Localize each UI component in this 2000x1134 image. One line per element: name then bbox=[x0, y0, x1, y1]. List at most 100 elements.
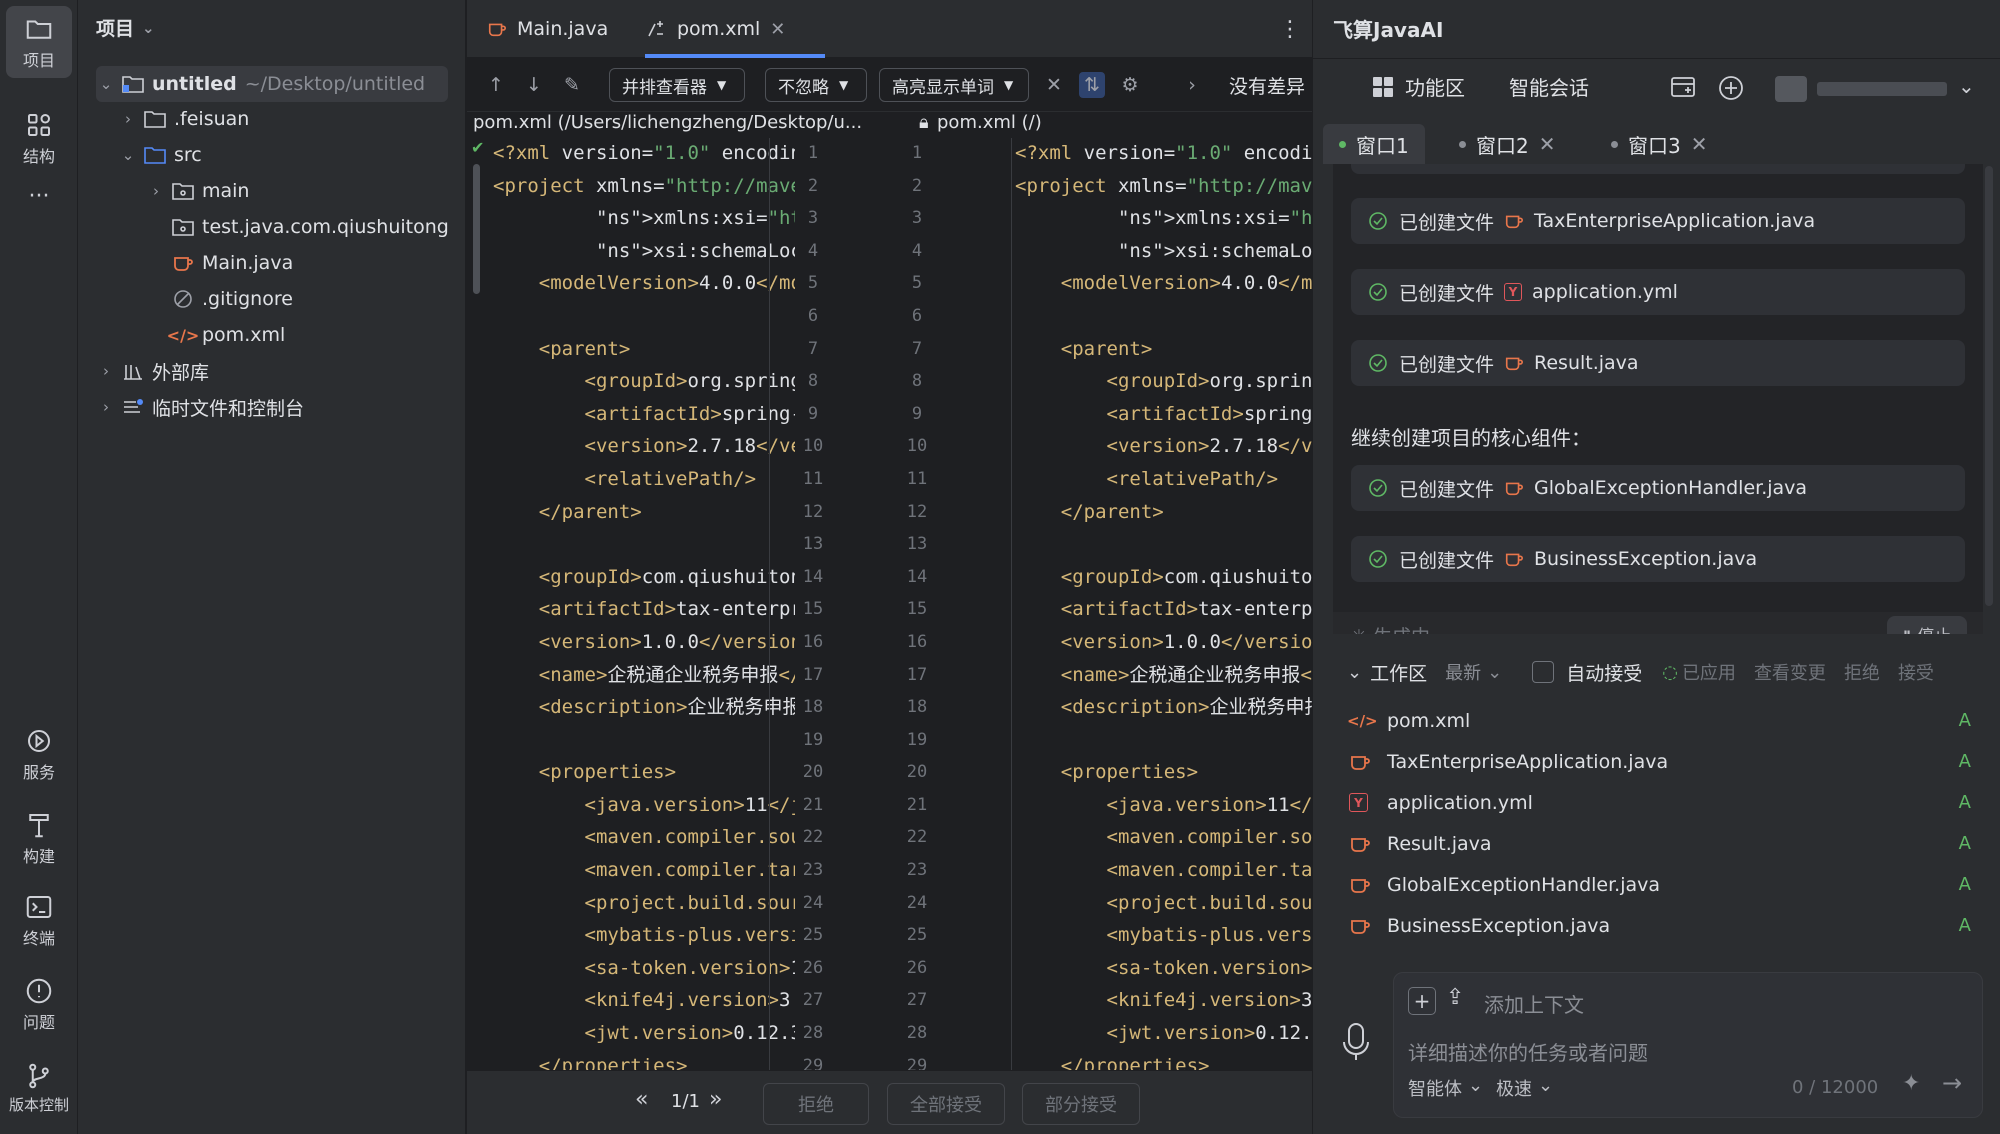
chevron-right-icon[interactable]: › bbox=[1179, 72, 1205, 98]
problems-tool-button[interactable]: 问题 bbox=[6, 968, 72, 1040]
code-line: <properties> bbox=[538, 761, 677, 784]
right-code-pane[interactable]: <?xml version="1.0" encoding="UTF-8"?> <p… bbox=[1015, 137, 1312, 1070]
close-icon[interactable]: ✕ bbox=[770, 19, 785, 40]
sort-dropdown[interactable]: 最新 bbox=[1445, 659, 1481, 685]
tabs-more-icon[interactable]: ⋮ bbox=[1279, 0, 1301, 58]
workarea-file-row[interactable]: Result.java A bbox=[1333, 823, 1983, 864]
add-context-button[interactable]: 添加上下文 bbox=[1484, 989, 1584, 1018]
collapse-icon[interactable]: ✕ bbox=[1041, 72, 1067, 98]
created-file-card[interactable]: 已创建文件 Result.java bbox=[1351, 340, 1965, 386]
tree-item-src[interactable]: ⌄ src bbox=[118, 137, 202, 173]
history-icon[interactable] bbox=[1669, 74, 1699, 100]
chevron-down-icon[interactable]: ⌄ bbox=[1958, 74, 1975, 98]
microphone-icon[interactable] bbox=[1339, 1020, 1373, 1066]
settings-icon[interactable]: ⚙ bbox=[1117, 72, 1143, 98]
code-line: </properties> bbox=[1060, 1054, 1210, 1070]
chevron-down-icon[interactable]: ⌄ bbox=[1347, 662, 1362, 683]
accept-all-button[interactable]: 全部接受 bbox=[887, 1083, 1005, 1125]
tree-item-main[interactable]: › main bbox=[146, 173, 249, 209]
created-file-card[interactable]: 已创建文件 TaxEnterpriseApplication.java bbox=[1351, 198, 1965, 244]
tree-item-external-libraries[interactable]: › 外部库 bbox=[96, 353, 209, 389]
workarea-file-row[interactable]: GlobalExceptionHandler.java A bbox=[1333, 864, 1983, 905]
build-tool-button[interactable]: 构建 bbox=[6, 802, 72, 874]
vcs-tool-button[interactable]: 版本控制 bbox=[6, 1052, 72, 1124]
workarea-file-row[interactable]: BusinessException.java A bbox=[1333, 905, 1983, 946]
file-name: Result.java bbox=[1387, 832, 1492, 855]
close-icon[interactable]: ✕ bbox=[1539, 132, 1556, 156]
previous-change-icon[interactable]: « bbox=[635, 1087, 648, 1112]
created-file-card[interactable]: 已创建文件 Y application.yml bbox=[1351, 269, 1965, 315]
previous-diff-icon[interactable]: ↑ bbox=[483, 72, 509, 98]
left-scrollbar[interactable] bbox=[473, 164, 480, 294]
reject-all-button[interactable]: 拒绝 bbox=[1844, 659, 1880, 685]
chat-input[interactable]: 详细描述你的任务或者问题 bbox=[1408, 1037, 1968, 1069]
next-change-icon[interactable]: » bbox=[709, 1087, 722, 1112]
add-icon[interactable]: + bbox=[1408, 987, 1436, 1015]
project-panel-header[interactable]: 项目 ⌄ bbox=[96, 14, 155, 41]
tab-window-1[interactable]: 窗口1 bbox=[1323, 124, 1425, 164]
avatar[interactable] bbox=[1775, 76, 1807, 102]
tab-window-3[interactable]: 窗口3 ✕ bbox=[1595, 124, 1724, 164]
viewer-dropdown[interactable]: 并排查看器 ▼ bbox=[609, 68, 745, 102]
new-chat-icon[interactable] bbox=[1717, 74, 1745, 102]
library-icon bbox=[120, 360, 146, 382]
applied-filter[interactable]: 已应用 bbox=[1682, 659, 1736, 685]
package-folder-icon bbox=[170, 180, 196, 202]
send-icon[interactable]: → bbox=[1942, 1069, 1962, 1097]
close-icon[interactable]: ✕ bbox=[1691, 132, 1708, 156]
workarea-file-row[interactable]: </> pom.xml A bbox=[1333, 700, 1983, 741]
tab-function-area[interactable]: 功能区 bbox=[1371, 72, 1465, 101]
line-number: 15 bbox=[906, 599, 928, 620]
created-label: 已创建文件 bbox=[1399, 478, 1495, 501]
magic-wand-icon[interactable]: ✦ bbox=[1902, 1071, 1920, 1096]
next-diff-icon[interactable]: ↓ bbox=[521, 72, 547, 98]
highlight-dropdown[interactable]: 高亮显示单词 ▼ bbox=[879, 68, 1029, 102]
tree-item-feisuan[interactable]: › .feisuan bbox=[118, 101, 249, 137]
edit-icon[interactable]: ✎ bbox=[559, 72, 585, 98]
pause-icon: ⏸ bbox=[1902, 624, 1912, 634]
tree-label: 临时文件和控制台 bbox=[152, 397, 305, 420]
more-tools-button[interactable]: ··· bbox=[6, 176, 72, 216]
tree-item-pom-xml[interactable]: </> pom.xml bbox=[146, 317, 286, 353]
agent-dropdown[interactable]: 智能体 ⌄ bbox=[1408, 1075, 1483, 1101]
view-changes-button[interactable]: 查看变更 bbox=[1754, 659, 1826, 685]
auto-accept-checkbox[interactable] bbox=[1532, 661, 1555, 683]
tab-main-java[interactable]: Main.java bbox=[487, 0, 608, 58]
services-tool-button[interactable]: 服务 bbox=[6, 718, 72, 790]
accept-part-button[interactable]: 部分接受 bbox=[1022, 1083, 1140, 1125]
tree-item-untitled[interactable]: ⌄ untitled ~/Desktop/untitled bbox=[96, 66, 448, 102]
project-tool-button[interactable]: 项目 bbox=[6, 6, 72, 78]
workarea-file-row[interactable]: TaxEnterpriseApplication.java A bbox=[1333, 741, 1983, 782]
tree-item-gitignore[interactable]: .gitignore bbox=[146, 281, 293, 317]
ignore-dropdown[interactable]: 不忽略 ▼ bbox=[765, 68, 867, 102]
upload-icon[interactable]: ⇪ bbox=[1446, 985, 1464, 1010]
structure-tool-button[interactable]: 结构 bbox=[6, 102, 72, 174]
code-line: "ns">xmlns:xsi="http://www.w3.org/2001/X… bbox=[595, 207, 795, 230]
left-file-path: pom.xml (/Users/lichengzheng/Desktop/u..… bbox=[473, 112, 863, 133]
tab-window-2[interactable]: 窗口2 ✕ bbox=[1443, 124, 1572, 164]
tree-label: pom.xml bbox=[202, 324, 286, 346]
speed-dropdown[interactable]: 极速 ⌄ bbox=[1496, 1075, 1553, 1101]
no-diff-status: 没有差异 bbox=[1229, 76, 1306, 98]
workarea-file-row[interactable]: Y application.yml A bbox=[1333, 782, 1983, 823]
chat-scrollbar[interactable] bbox=[1985, 166, 1993, 606]
tree-label: untitled bbox=[152, 73, 237, 95]
line-number: 19 bbox=[906, 729, 928, 750]
stop-button[interactable]: ⏸ 停止 bbox=[1887, 616, 1967, 634]
terminal-tool-button[interactable]: 终端 bbox=[6, 884, 72, 956]
created-file-card[interactable]: 已创建文件 BusinessException.java bbox=[1351, 536, 1965, 582]
tab-pom-xml[interactable]: pom.xml ✕ bbox=[645, 0, 825, 58]
active-dot-icon bbox=[1339, 140, 1346, 148]
tab-smart-chat[interactable]: 智能会话 bbox=[1509, 72, 1589, 101]
reject-button[interactable]: 拒绝 bbox=[763, 1083, 869, 1125]
line-number: 8 bbox=[911, 371, 923, 392]
tree-item-test-package[interactable]: test.java.com.qiushuitong bbox=[166, 209, 449, 245]
left-code-pane[interactable]: <?xml version="1.0" encoding="UTF-8"?> <p… bbox=[493, 137, 795, 1070]
sync-scroll-icon[interactable]: ⇅ bbox=[1079, 72, 1105, 98]
tree-item-scratches[interactable]: › 临时文件和控制台 bbox=[96, 389, 304, 425]
created-file-card[interactable]: 已创建文件 GlobalExceptionHandler.java bbox=[1351, 465, 1965, 511]
tree-item-main-java[interactable]: Main.java bbox=[166, 245, 293, 281]
caret-down-icon: ▼ bbox=[717, 78, 727, 92]
check-circle-icon: ◌ bbox=[1662, 661, 1678, 683]
accept-all-button[interactable]: 接受 bbox=[1898, 659, 1934, 685]
